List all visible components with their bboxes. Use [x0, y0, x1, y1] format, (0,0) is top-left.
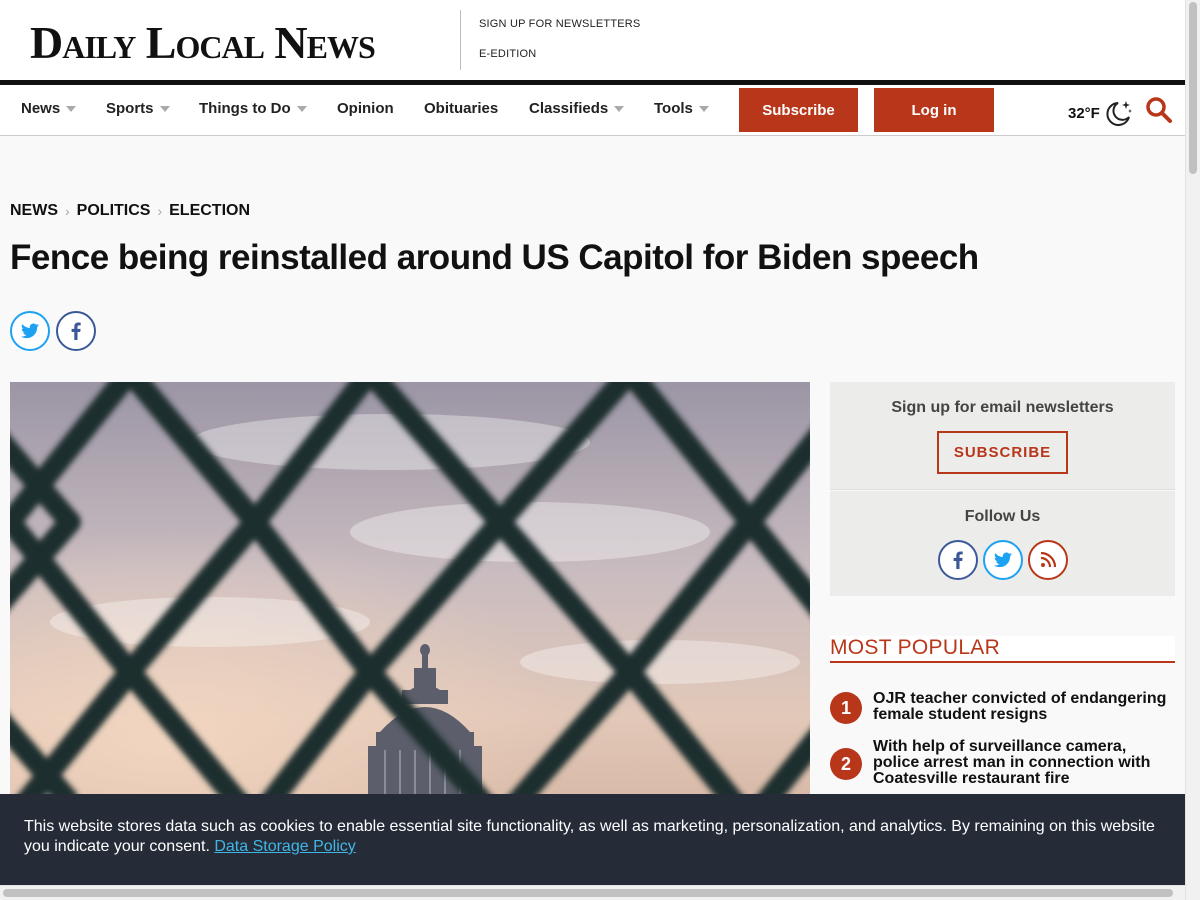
- vertical-scrollbar[interactable]: [1185, 0, 1200, 900]
- caret-down-icon: [614, 105, 625, 112]
- cookie-banner-text: This website stores data such as cookies…: [24, 818, 1155, 855]
- weather-temp: 32°F: [1068, 104, 1100, 122]
- breadcrumb: NEWS › POLITICS › ELECTION: [10, 202, 250, 220]
- login-button[interactable]: Log in: [874, 88, 994, 132]
- newsletter-title: Sign up for email newsletters: [891, 399, 1114, 416]
- nav-item-news[interactable]: News: [21, 100, 77, 117]
- follow-rss-button[interactable]: [1028, 540, 1068, 580]
- breadcrumb-news[interactable]: NEWS: [10, 202, 58, 220]
- twitter-icon: [21, 323, 39, 339]
- nav-item-classifieds[interactable]: Classifieds: [529, 100, 625, 117]
- vertical-scrollbar-thumb[interactable]: [1189, 2, 1197, 174]
- popular-rank-badge: 1: [830, 692, 862, 724]
- follow-us-title: Follow Us: [964, 508, 1041, 525]
- subscribe-button[interactable]: Subscribe: [739, 88, 858, 132]
- popular-item[interactable]: 1 OJR teacher convicted of endangering f…: [830, 690, 1175, 724]
- cookie-consent-banner: This website stores data such as cookies…: [0, 794, 1185, 885]
- weather-widget[interactable]: 32°F: [1068, 99, 1134, 127]
- horizontal-scrollbar[interactable]: [0, 885, 1185, 900]
- caret-down-icon: [159, 105, 170, 112]
- caret-down-icon: [698, 105, 709, 112]
- chevron-right-icon: ›: [157, 203, 163, 219]
- popular-item[interactable]: 2 With help of surveillance camera, poli…: [830, 739, 1175, 787]
- nav-item-things-to-do[interactable]: Things to Do: [199, 100, 307, 117]
- nav-item-label: Things to Do: [199, 100, 291, 117]
- breadcrumb-politics[interactable]: POLITICS: [77, 202, 151, 220]
- twitter-icon: [994, 552, 1012, 568]
- data-storage-policy-link[interactable]: Data Storage Policy: [214, 838, 355, 855]
- search-icon[interactable]: [1145, 96, 1173, 124]
- site-logo[interactable]: Daily Local News: [30, 18, 376, 68]
- nav-item-sports[interactable]: Sports: [106, 100, 170, 117]
- moon-stars-icon: [1106, 101, 1132, 126]
- most-popular-section: MOST POPULAR 1 OJR teacher convicted of …: [830, 636, 1175, 787]
- popular-item-title: With help of surveillance camera, police…: [873, 738, 1151, 787]
- capitol-fence-photo: [10, 382, 810, 802]
- nav-item-label: Sports: [106, 100, 154, 117]
- most-popular-title: MOST POPULAR: [830, 636, 1175, 663]
- newsletter-signup-box: Sign up for email newsletters SUBSCRIBE: [830, 382, 1175, 490]
- rss-icon: [1040, 552, 1056, 568]
- share-facebook-button[interactable]: [56, 311, 96, 351]
- nav-item-label: Opinion: [337, 100, 394, 117]
- chevron-right-icon: ›: [65, 203, 70, 219]
- popular-rank-badge: 2: [830, 748, 862, 780]
- horizontal-scrollbar-thumb[interactable]: [3, 889, 1173, 897]
- caret-down-icon: [296, 105, 307, 112]
- nav-item-label: Tools: [654, 100, 693, 117]
- newsletters-link[interactable]: SIGN UP FOR NEWSLETTERS: [479, 18, 640, 30]
- main-nav: News Sports Things to Do Opinion Obituar…: [0, 80, 1185, 136]
- article-headline: Fence being reinstalled around US Capito…: [10, 238, 979, 277]
- popular-item-title: OJR teacher convicted of endangering fem…: [873, 690, 1167, 723]
- nav-item-label: Obituaries: [424, 100, 499, 117]
- follow-facebook-button[interactable]: [938, 540, 978, 580]
- facebook-icon: [71, 322, 81, 340]
- caret-down-icon: [66, 105, 77, 112]
- site-header: Daily Local News SIGN UP FOR NEWSLETTERS…: [0, 0, 1185, 80]
- follow-us-box: Follow Us: [830, 491, 1175, 596]
- breadcrumb-election[interactable]: ELECTION: [169, 202, 250, 220]
- article-hero-image[interactable]: [10, 382, 810, 802]
- nav-item-opinion[interactable]: Opinion: [337, 100, 394, 117]
- share-twitter-button[interactable]: [10, 311, 50, 351]
- nav-item-tools[interactable]: Tools: [654, 100, 709, 117]
- nav-item-label: News: [21, 100, 61, 117]
- facebook-icon: [953, 551, 963, 569]
- nav-item-obituaries[interactable]: Obituaries: [424, 100, 498, 117]
- e-edition-link[interactable]: E-EDITION: [479, 48, 536, 60]
- newsletter-subscribe-button[interactable]: SUBSCRIBE: [937, 431, 1068, 474]
- nav-item-label: Classifieds: [529, 100, 609, 117]
- follow-twitter-button[interactable]: [983, 540, 1023, 580]
- header-divider: [460, 10, 461, 70]
